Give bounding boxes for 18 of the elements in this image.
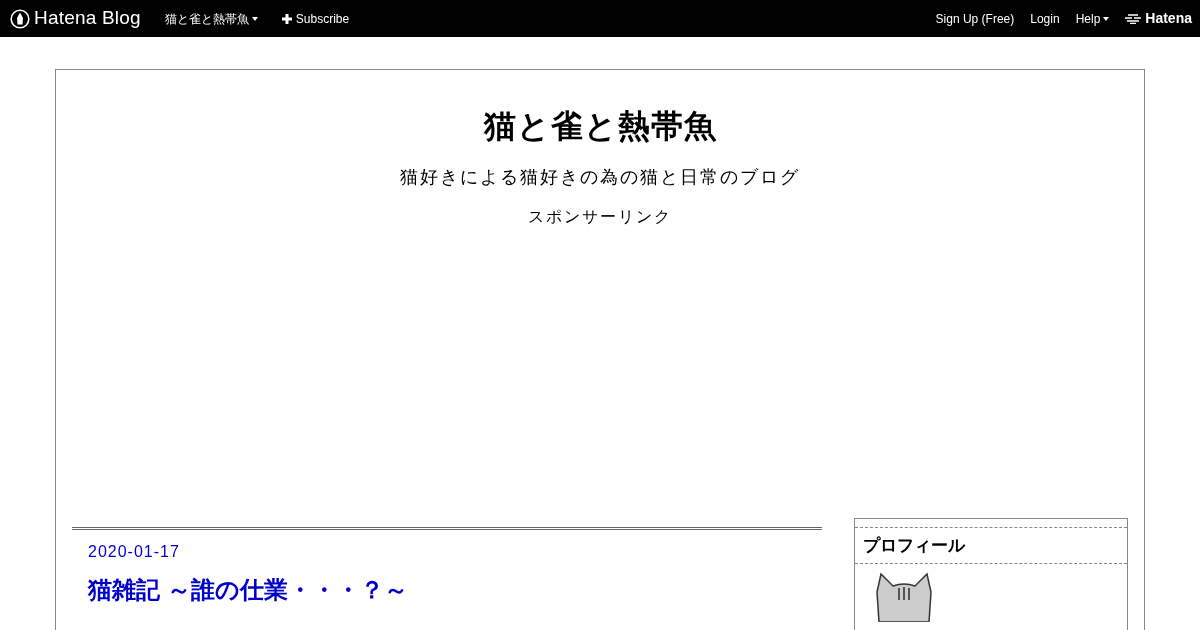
hatena-blog-logo[interactable]: Hatena Blog [10,4,141,33]
plus-icon [281,13,292,24]
pen-nib-icon [10,8,30,29]
caret-icon [1103,17,1110,22]
caret-icon [251,17,258,22]
blog-description: 猫好きによる猫好きの為の猫と日常のブログ [399,165,801,189]
lines-icon [1125,13,1142,24]
module-title: プロフィール [855,526,1127,565]
blog-menu[interactable]: 猫と雀と熱帯魚 [164,9,258,28]
sign-up-link[interactable]: Sign Up (Free) [935,9,1015,28]
entry-date[interactable]: 2020-01-17 [88,542,180,560]
subscribe-link[interactable]: Subscribe [281,9,350,28]
hatena-logo[interactable]: Hatena [1125,8,1192,29]
entry-title[interactable]: 猫雑記 ～誰の仕業・・・？～ [88,571,408,608]
help-menu[interactable]: Help [1075,9,1110,28]
blog-title[interactable]: 猫と雀と熱帯魚 [72,106,1128,148]
sponsored-label: スポンサーリンク [527,206,673,227]
login-link[interactable]: Login [1030,9,1060,28]
